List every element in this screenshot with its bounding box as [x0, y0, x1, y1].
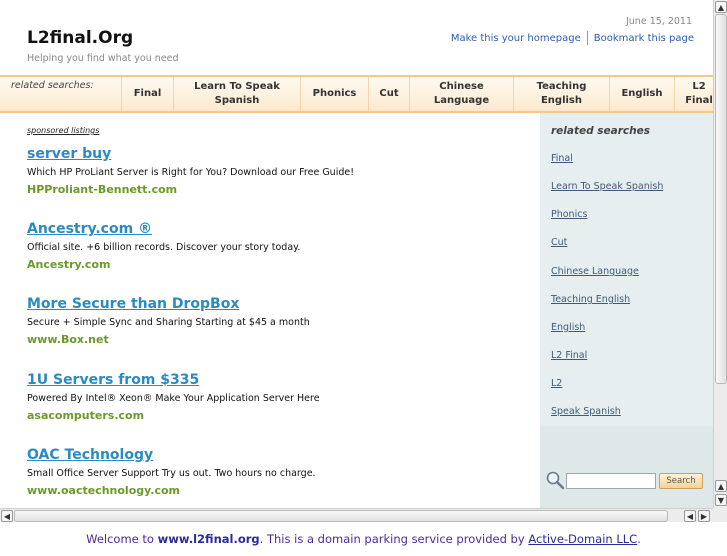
horizontal-scroll-thumb[interactable]: [14, 510, 668, 522]
sponsored-listing: Ancestry.com ® Official site. +6 billion…: [27, 221, 527, 271]
nav-item-teaching-english[interactable]: Teaching English: [513, 77, 609, 111]
nav-item-final[interactable]: Final: [121, 77, 173, 111]
nav-item-label: L2: [692, 81, 706, 92]
footer-middle: . This is a domain parking service provi…: [259, 532, 529, 546]
nav-item-label: Spanish: [214, 95, 260, 106]
listing-description: Which HP ProLiant Server is Right for Yo…: [27, 167, 355, 178]
nav-item-label: Phonics: [312, 88, 357, 99]
horizontal-scrollbar[interactable]: ◀ ◀ ▶: [0, 508, 713, 522]
nav-item-label: English: [540, 95, 583, 106]
nav-item-label: Final: [685, 95, 713, 106]
sponsored-listing: server buy Which HP ProLiant Server is R…: [27, 146, 527, 196]
sidebar-item-speak-spanish[interactable]: Speak Spanish: [551, 406, 621, 417]
listing-url-link[interactable]: asacomputers.com: [27, 409, 527, 422]
nav-item-label: Language: [433, 95, 490, 106]
search-button[interactable]: Search: [659, 473, 703, 489]
vertical-scroll-thumb[interactable]: [715, 14, 727, 384]
site-title: L2final.Org: [27, 28, 134, 48]
scroll-right-arrow-icon[interactable]: ▶: [698, 510, 710, 522]
nav-item-label: Chinese: [439, 81, 484, 92]
scroll-up-arrow-icon[interactable]: ▲: [715, 480, 727, 492]
footer-bar: Welcome to www.l2final.org. This is a do…: [0, 522, 727, 546]
sidebar-item-teaching-english[interactable]: Teaching English: [551, 294, 630, 305]
sidebar-item-l2-final[interactable]: L2 Final: [551, 350, 587, 361]
listing-title-link[interactable]: OAC Technology: [27, 447, 527, 463]
header-links: Make this your homepage Bookmark this pa…: [445, 31, 700, 45]
listing-description: Secure + Simple Sync and Sharing Startin…: [27, 317, 310, 328]
sidebar-list: related searches Final Learn To Speak Sp…: [540, 113, 713, 426]
sidebar-item-cut[interactable]: Cut: [551, 237, 567, 248]
listing-title-link[interactable]: Ancestry.com ®: [27, 221, 527, 237]
nav-item-english[interactable]: English: [609, 77, 674, 111]
related-searches-sidebar: related searches Final Learn To Speak Sp…: [540, 113, 713, 508]
footer-domain: www.l2final.org: [157, 532, 260, 546]
vertical-scrollbar[interactable]: ▲ ▲ ▼: [713, 0, 727, 508]
scroll-left-arrow-icon[interactable]: ◀: [1, 510, 13, 522]
sidebar-heading: related searches: [551, 125, 651, 137]
sidebar-item-final[interactable]: Final: [551, 153, 573, 164]
nav-item-label: Teaching: [536, 81, 587, 92]
nav-item-cut[interactable]: Cut: [368, 77, 409, 111]
footer-suffix: .: [637, 532, 641, 546]
nav-item-chinese-language[interactable]: Chinese Language: [409, 77, 513, 111]
listing-url-link[interactable]: www.oactechnology.com: [27, 484, 527, 497]
listing-title-link[interactable]: 1U Servers from $335: [27, 372, 527, 388]
sidebar-item-learn-to-speak-spanish[interactable]: Learn To Speak Spanish: [551, 181, 663, 192]
listing-description: Powered By Intel® Xeon® Make Your Applic…: [27, 393, 320, 404]
nav-item-label: Cut: [379, 88, 399, 99]
listing-description: Official site. +6 billion records. Disco…: [27, 242, 301, 253]
bookmark-link[interactable]: Bookmark this page: [588, 33, 700, 44]
nav-item-label: English: [621, 88, 663, 99]
nav-item-learn-to-speak-spanish[interactable]: Learn To Speak Spanish: [173, 77, 300, 111]
nav-item-phonics[interactable]: Phonics: [300, 77, 368, 111]
listing-description: Small Office Server Support Try us out. …: [27, 468, 316, 479]
provider-link[interactable]: Active-Domain LLC: [528, 532, 637, 546]
sponsored-listing: OAC Technology Small Office Server Suppo…: [27, 447, 527, 497]
sponsored-listing: More Secure than DropBox Secure + Simple…: [27, 296, 527, 346]
magnifier-icon: [546, 471, 565, 490]
listing-url-link[interactable]: www.Box.net: [27, 333, 527, 346]
related-searches-bar: related searches: Final Learn To Speak Sp…: [0, 75, 713, 113]
sidebar-item-l2[interactable]: L2: [551, 378, 562, 389]
listing-title-link[interactable]: More Secure than DropBox: [27, 296, 527, 312]
header-date: June 15, 2011: [625, 16, 692, 27]
scroll-left-arrow-icon[interactable]: ◀: [684, 510, 696, 522]
make-homepage-link[interactable]: Make this your homepage: [445, 33, 587, 44]
site-tagline: Helping you find what you need: [27, 53, 179, 64]
sidebar-item-english[interactable]: English: [551, 322, 585, 333]
sidebar-item-phonics[interactable]: Phonics: [551, 209, 587, 220]
scroll-up-arrow-icon[interactable]: ▲: [715, 1, 727, 13]
page-viewport: L2final.Org Helping you find what you ne…: [0, 0, 713, 508]
site-header: L2final.Org Helping you find what you ne…: [0, 0, 713, 75]
listing-title-link[interactable]: server buy: [27, 146, 527, 162]
scroll-down-arrow-icon[interactable]: ▼: [715, 494, 727, 506]
nav-item-label: Final: [133, 88, 162, 99]
search-input[interactable]: [566, 473, 656, 489]
sponsored-listing: 1U Servers from $335 Powered By Intel® X…: [27, 372, 527, 422]
sponsored-listings-label: sponsored listings: [27, 126, 100, 135]
scrollbar-corner: [713, 508, 727, 522]
listing-url-link[interactable]: HPProliant-Bennett.com: [27, 183, 527, 196]
nav-item-l2-final[interactable]: L2 Final: [674, 77, 713, 111]
listing-url-link[interactable]: Ancestry.com: [27, 258, 527, 271]
related-searches-label: related searches:: [11, 80, 94, 91]
sidebar-item-chinese-language[interactable]: Chinese Language: [551, 266, 639, 277]
nav-item-label: Learn To Speak: [194, 81, 280, 92]
footer-prefix: Welcome to: [86, 532, 158, 546]
